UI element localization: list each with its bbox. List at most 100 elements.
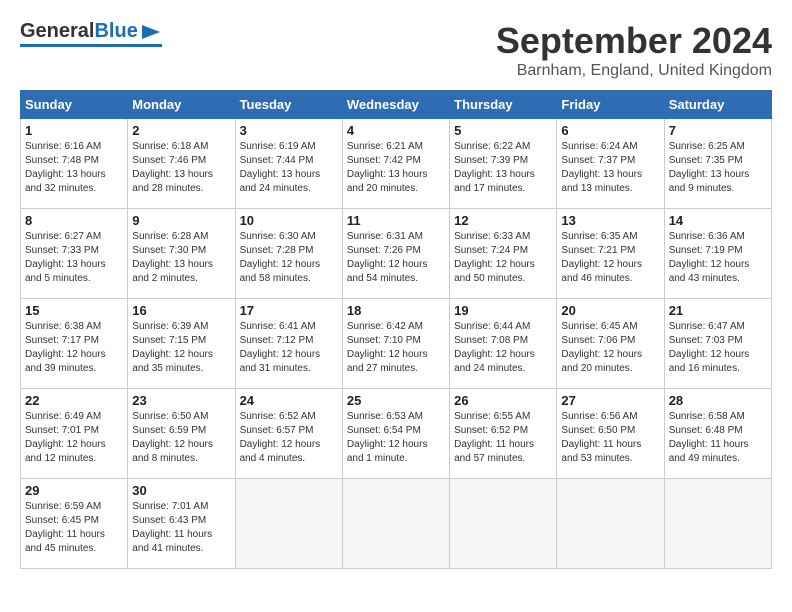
day-number: 16 [132, 303, 230, 318]
day-detail: Sunrise: 6:41 AMSunset: 7:12 PMDaylight:… [240, 320, 338, 376]
calendar-cell: 26Sunrise: 6:55 AMSunset: 6:52 PMDayligh… [450, 389, 557, 479]
calendar-cell [342, 479, 449, 569]
day-number: 14 [669, 213, 767, 228]
day-number: 5 [454, 123, 552, 138]
calendar-cell: 15 Sunrise: 6:38 AMSunset: 7:17 PMDayligh… [21, 299, 128, 389]
calendar-cell: 4 Sunrise: 6:21 AMSunset: 7:42 PMDaylight… [342, 119, 449, 209]
day-detail: Sunrise: 6:42 AMSunset: 7:10 PMDaylight:… [347, 320, 445, 376]
day-number: 17 [240, 303, 338, 318]
logo: General Blue [20, 20, 162, 47]
day-detail: Sunrise: 7:01 AMSunset: 6:43 PMDaylight:… [132, 500, 230, 556]
calendar-week-row: 15 Sunrise: 6:38 AMSunset: 7:17 PMDayligh… [21, 299, 772, 389]
calendar-week-row: 22 Sunrise: 6:49 AMSunset: 7:01 PMDayligh… [21, 389, 772, 479]
calendar-cell: 20Sunrise: 6:45 AMSunset: 7:06 PMDayligh… [557, 299, 664, 389]
logo-blue: Blue [94, 20, 137, 43]
day-detail: Sunrise: 6:38 AMSunset: 7:17 PMDaylight:… [25, 320, 123, 376]
day-detail: Sunrise: 6:49 AMSunset: 7:01 PMDaylight:… [25, 410, 123, 466]
calendar-cell: 18 Sunrise: 6:42 AMSunset: 7:10 PMDayligh… [342, 299, 449, 389]
day-detail: Sunrise: 6:59 AMSunset: 6:45 PMDaylight:… [25, 500, 123, 556]
day-number: 1 [25, 123, 123, 138]
day-detail: Sunrise: 6:22 AMSunset: 7:39 PMDaylight:… [454, 140, 552, 196]
day-number: 15 [25, 303, 123, 318]
calendar-cell [557, 479, 664, 569]
day-detail: Sunrise: 6:16 AMSunset: 7:48 PMDaylight:… [25, 140, 123, 196]
day-detail: Sunrise: 6:18 AMSunset: 7:46 PMDaylight:… [132, 140, 230, 196]
day-detail: Sunrise: 6:21 AMSunset: 7:42 PMDaylight:… [347, 140, 445, 196]
calendar-week-row: 29Sunrise: 6:59 AMSunset: 6:45 PMDayligh… [21, 479, 772, 569]
day-number: 12 [454, 213, 552, 228]
calendar-week-row: 1 Sunrise: 6:16 AMSunset: 7:48 PMDaylight… [21, 119, 772, 209]
day-detail: Sunrise: 6:56 AMSunset: 6:50 PMDaylight:… [561, 410, 659, 466]
day-number: 7 [669, 123, 767, 138]
day-detail: Sunrise: 6:44 AMSunset: 7:08 PMDaylight:… [454, 320, 552, 376]
day-number: 24 [240, 393, 338, 408]
day-detail: Sunrise: 6:24 AMSunset: 7:37 PMDaylight:… [561, 140, 659, 196]
page-title: September 2024 [496, 20, 772, 62]
day-number: 13 [561, 213, 659, 228]
page-header: General Blue September 2024 Barnham, Eng… [20, 20, 772, 80]
calendar-cell [664, 479, 771, 569]
header-thursday: Thursday [450, 91, 557, 119]
calendar-table: Sunday Monday Tuesday Wednesday Thursday… [20, 90, 772, 569]
day-detail: Sunrise: 6:27 AMSunset: 7:33 PMDaylight:… [25, 230, 123, 286]
day-detail: Sunrise: 6:33 AMSunset: 7:24 PMDaylight:… [454, 230, 552, 286]
calendar-cell: 21 Sunrise: 6:47 AMSunset: 7:03 PMDayligh… [664, 299, 771, 389]
day-number: 10 [240, 213, 338, 228]
day-detail: Sunrise: 6:58 AMSunset: 6:48 PMDaylight:… [669, 410, 767, 466]
day-number: 3 [240, 123, 338, 138]
calendar-cell: 1 Sunrise: 6:16 AMSunset: 7:48 PMDaylight… [21, 119, 128, 209]
header-monday: Monday [128, 91, 235, 119]
calendar-cell: 24 Sunrise: 6:52 AMSunset: 6:57 PMDayligh… [235, 389, 342, 479]
calendar-cell: 29Sunrise: 6:59 AMSunset: 6:45 PMDayligh… [21, 479, 128, 569]
day-number: 8 [25, 213, 123, 228]
calendar-cell [450, 479, 557, 569]
logo-arrow-icon [140, 21, 162, 43]
day-number: 28 [669, 393, 767, 408]
day-number: 2 [132, 123, 230, 138]
calendar-cell: 28 Sunrise: 6:58 AMSunset: 6:48 PMDayligh… [664, 389, 771, 479]
day-number: 18 [347, 303, 445, 318]
calendar-cell: 13 Sunrise: 6:35 AMSunset: 7:21 PMDayligh… [557, 209, 664, 299]
day-number: 21 [669, 303, 767, 318]
day-detail: Sunrise: 6:39 AMSunset: 7:15 PMDaylight:… [132, 320, 230, 376]
calendar-cell: 27 Sunrise: 6:56 AMSunset: 6:50 PMDayligh… [557, 389, 664, 479]
title-area: September 2024 Barnham, England, United … [496, 20, 772, 80]
day-detail: Sunrise: 6:50 AMSunset: 6:59 PMDaylight:… [132, 410, 230, 466]
calendar-cell: 16 Sunrise: 6:39 AMSunset: 7:15 PMDayligh… [128, 299, 235, 389]
day-detail: Sunrise: 6:45 AMSunset: 7:06 PMDaylight:… [561, 320, 659, 376]
calendar-cell: 6 Sunrise: 6:24 AMSunset: 7:37 PMDaylight… [557, 119, 664, 209]
calendar-cell: 30 Sunrise: 7:01 AMSunset: 6:43 PMDayligh… [128, 479, 235, 569]
calendar-cell: 23 Sunrise: 6:50 AMSunset: 6:59 PMDayligh… [128, 389, 235, 479]
day-number: 23 [132, 393, 230, 408]
header-tuesday: Tuesday [235, 91, 342, 119]
day-number: 11 [347, 213, 445, 228]
calendar-cell: 19Sunrise: 6:44 AMSunset: 7:08 PMDayligh… [450, 299, 557, 389]
day-number: 30 [132, 483, 230, 498]
day-detail: Sunrise: 6:28 AMSunset: 7:30 PMDaylight:… [132, 230, 230, 286]
logo-general: General [20, 20, 94, 43]
calendar-week-row: 8 Sunrise: 6:27 AMSunset: 7:33 PMDaylight… [21, 209, 772, 299]
day-number: 9 [132, 213, 230, 228]
header-wednesday: Wednesday [342, 91, 449, 119]
calendar-cell: 3 Sunrise: 6:19 AMSunset: 7:44 PMDaylight… [235, 119, 342, 209]
day-number: 27 [561, 393, 659, 408]
day-number: 25 [347, 393, 445, 408]
day-number: 4 [347, 123, 445, 138]
day-detail: Sunrise: 6:31 AMSunset: 7:26 PMDaylight:… [347, 230, 445, 286]
day-detail: Sunrise: 6:19 AMSunset: 7:44 PMDaylight:… [240, 140, 338, 196]
calendar-cell: 5 Sunrise: 6:22 AMSunset: 7:39 PMDaylight… [450, 119, 557, 209]
calendar-cell: 11 Sunrise: 6:31 AMSunset: 7:26 PMDayligh… [342, 209, 449, 299]
header-saturday: Saturday [664, 91, 771, 119]
day-number: 6 [561, 123, 659, 138]
calendar-cell: 17 Sunrise: 6:41 AMSunset: 7:12 PMDayligh… [235, 299, 342, 389]
calendar-cell: 7 Sunrise: 6:25 AMSunset: 7:35 PMDaylight… [664, 119, 771, 209]
day-detail: Sunrise: 6:25 AMSunset: 7:35 PMDaylight:… [669, 140, 767, 196]
day-detail: Sunrise: 6:47 AMSunset: 7:03 PMDaylight:… [669, 320, 767, 376]
day-number: 22 [25, 393, 123, 408]
day-detail: Sunrise: 6:53 AMSunset: 6:54 PMDaylight:… [347, 410, 445, 466]
day-detail: Sunrise: 6:52 AMSunset: 6:57 PMDaylight:… [240, 410, 338, 466]
calendar-cell: 12 Sunrise: 6:33 AMSunset: 7:24 PMDayligh… [450, 209, 557, 299]
day-number: 26 [454, 393, 552, 408]
day-detail: Sunrise: 6:36 AMSunset: 7:19 PMDaylight:… [669, 230, 767, 286]
day-detail: Sunrise: 6:35 AMSunset: 7:21 PMDaylight:… [561, 230, 659, 286]
